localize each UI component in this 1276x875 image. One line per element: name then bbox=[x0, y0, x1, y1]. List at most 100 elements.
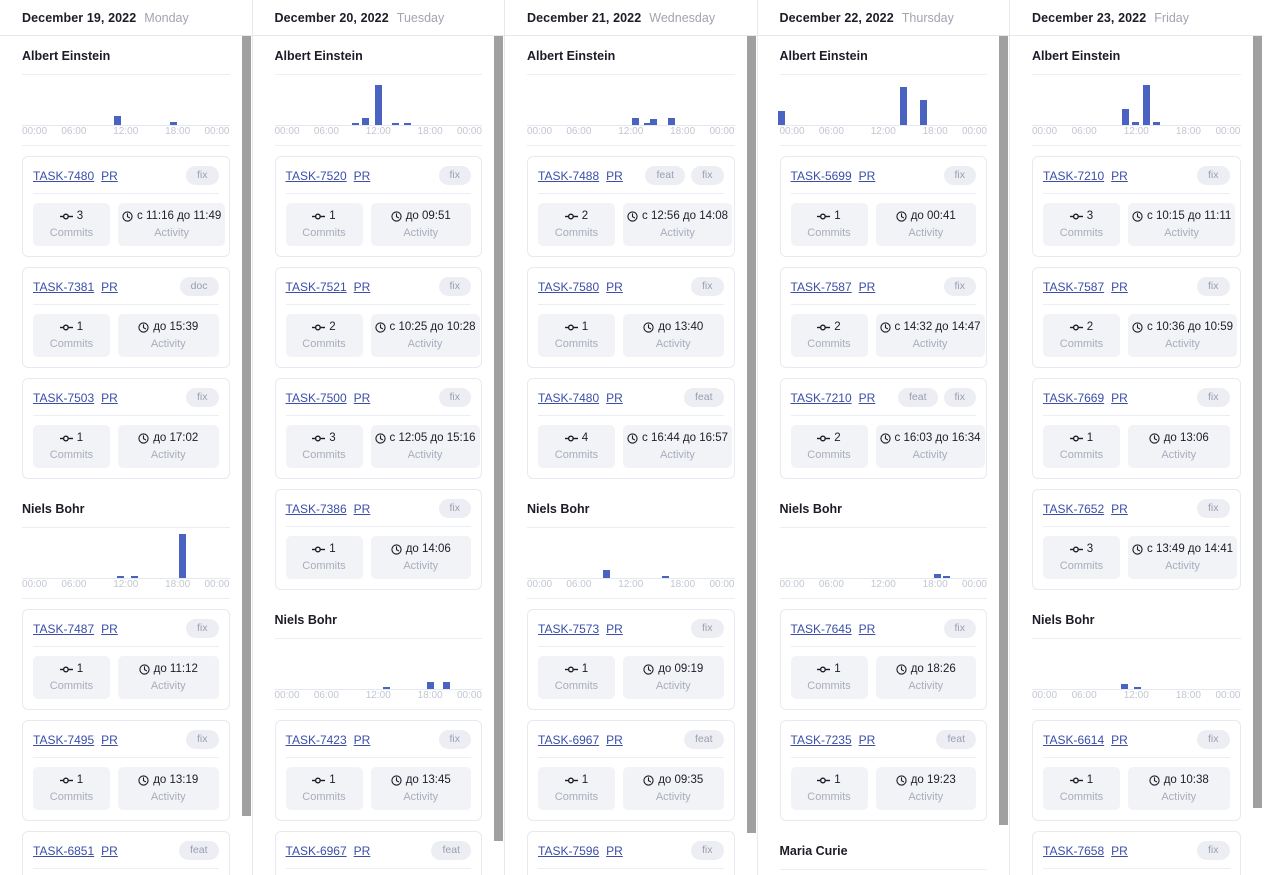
task-card[interactable]: TASK-7488PRfeatfix2Commitsс 12:56 до 14:… bbox=[527, 156, 735, 257]
tag-fix[interactable]: fix bbox=[1197, 388, 1230, 407]
task-card[interactable]: TASK-7386PRfix1Commitsдо 14:06Activity bbox=[275, 489, 483, 590]
task-card[interactable]: TASK-7480PRfeat4Commitsс 16:44 до 16:57A… bbox=[527, 378, 735, 479]
pr-link[interactable]: PR bbox=[606, 733, 623, 747]
task-id-link[interactable]: TASK-7669 bbox=[1043, 391, 1104, 405]
task-id-link[interactable]: TASK-7381 bbox=[33, 280, 94, 294]
task-id-link[interactable]: TASK-7587 bbox=[1043, 280, 1104, 294]
pr-link[interactable]: PR bbox=[859, 622, 876, 636]
tag-fix[interactable]: fix bbox=[1197, 277, 1230, 296]
tag-fix[interactable]: fix bbox=[186, 619, 219, 638]
task-card[interactable]: TASK-6851PRfeat5Commitsс 18:08 до 18:55A… bbox=[22, 831, 230, 875]
scrollbar-thumb[interactable] bbox=[242, 36, 251, 816]
pr-link[interactable]: PR bbox=[859, 280, 876, 294]
pr-link[interactable]: PR bbox=[354, 733, 371, 747]
tag-feat[interactable]: feat bbox=[898, 388, 938, 407]
task-id-link[interactable]: TASK-7645 bbox=[791, 622, 852, 636]
task-card[interactable]: TASK-7423PRfix1Commitsдо 13:45Activity bbox=[275, 720, 483, 821]
task-id-link[interactable]: TASK-6614 bbox=[1043, 733, 1104, 747]
task-id-link[interactable]: TASK-5699 bbox=[791, 169, 852, 183]
task-id-link[interactable]: TASK-7652 bbox=[1043, 502, 1104, 516]
pr-link[interactable]: PR bbox=[354, 502, 371, 516]
tag-fix[interactable]: fix bbox=[944, 277, 977, 296]
pr-link[interactable]: PR bbox=[606, 280, 623, 294]
tag-feat[interactable]: feat bbox=[645, 166, 685, 185]
tag-feat[interactable]: feat bbox=[936, 730, 976, 749]
task-card[interactable]: TASK-7521PRfix2Commitsс 10:25 до 10:28Ac… bbox=[275, 267, 483, 368]
task-id-link[interactable]: TASK-7520 bbox=[286, 169, 347, 183]
task-card[interactable]: TASK-7645PRfix1Commitsдо 18:26Activity bbox=[780, 609, 988, 710]
task-id-link[interactable]: TASK-7503 bbox=[33, 391, 94, 405]
tag-fix[interactable]: fix bbox=[1197, 841, 1230, 860]
tag-fix[interactable]: fix bbox=[1197, 499, 1230, 518]
task-card[interactable]: TASK-7503PRfix1Commitsдо 17:02Activity bbox=[22, 378, 230, 479]
pr-link[interactable]: PR bbox=[606, 169, 623, 183]
pr-link[interactable]: PR bbox=[101, 622, 118, 636]
pr-link[interactable]: PR bbox=[606, 391, 623, 405]
pr-link[interactable]: PR bbox=[354, 169, 371, 183]
task-card[interactable]: TASK-7596PRfix1Commitsдо 15:52Activity bbox=[527, 831, 735, 875]
pr-link[interactable]: PR bbox=[101, 391, 118, 405]
tag-fix[interactable]: fix bbox=[1197, 730, 1230, 749]
pr-link[interactable]: PR bbox=[859, 391, 876, 405]
tag-fix[interactable]: fix bbox=[186, 730, 219, 749]
tag-fix[interactable]: fix bbox=[691, 619, 724, 638]
task-card[interactable]: TASK-7669PRfix1Commitsдо 13:06Activity bbox=[1032, 378, 1241, 479]
pr-link[interactable]: PR bbox=[606, 622, 623, 636]
column-scrollbar[interactable] bbox=[1252, 36, 1263, 875]
tag-fix[interactable]: fix bbox=[439, 166, 472, 185]
tag-fix[interactable]: fix bbox=[691, 166, 724, 185]
scrollbar-thumb[interactable] bbox=[494, 36, 503, 841]
task-card[interactable]: TASK-7580PRfix1Commitsдо 13:40Activity bbox=[527, 267, 735, 368]
task-id-link[interactable]: TASK-6851 bbox=[33, 844, 94, 858]
task-card[interactable]: TASK-7652PRfix3Commitsс 13:49 до 14:41Ac… bbox=[1032, 489, 1241, 590]
task-id-link[interactable]: TASK-6967 bbox=[538, 733, 599, 747]
tag-fix[interactable]: fix bbox=[944, 388, 977, 407]
task-id-link[interactable]: TASK-7210 bbox=[791, 391, 852, 405]
task-id-link[interactable]: TASK-7480 bbox=[33, 169, 94, 183]
pr-link[interactable]: PR bbox=[859, 169, 876, 183]
task-card[interactable]: TASK-7500PRfix3Commitsс 12:05 до 15:16Ac… bbox=[275, 378, 483, 479]
task-id-link[interactable]: TASK-7580 bbox=[538, 280, 599, 294]
pr-link[interactable]: PR bbox=[101, 280, 118, 294]
task-id-link[interactable]: TASK-7495 bbox=[33, 733, 94, 747]
task-card[interactable]: TASK-7587PRfix2Commitsс 14:32 до 14:47Ac… bbox=[780, 267, 988, 368]
pr-link[interactable]: PR bbox=[1111, 844, 1128, 858]
task-card[interactable]: TASK-7573PRfix1Commitsдо 09:19Activity bbox=[527, 609, 735, 710]
pr-link[interactable]: PR bbox=[606, 844, 623, 858]
pr-link[interactable]: PR bbox=[354, 280, 371, 294]
task-card[interactable]: TASK-7210PRfeatfix2Commitsс 16:03 до 16:… bbox=[780, 378, 988, 479]
scrollbar-thumb[interactable] bbox=[999, 36, 1008, 825]
scrollbar-thumb[interactable] bbox=[1253, 36, 1262, 808]
task-card[interactable]: TASK-7658PRfix1Commitsдо 13:03Activity bbox=[1032, 831, 1241, 875]
task-card[interactable]: TASK-7480PRfix3Commitsс 11:16 до 11:49Ac… bbox=[22, 156, 230, 257]
tag-fix[interactable]: fix bbox=[439, 388, 472, 407]
task-id-link[interactable]: TASK-7210 bbox=[1043, 169, 1104, 183]
task-card[interactable]: TASK-7520PRfix1Commitsдо 09:51Activity bbox=[275, 156, 483, 257]
pr-link[interactable]: PR bbox=[1111, 502, 1128, 516]
task-id-link[interactable]: TASK-7235 bbox=[791, 733, 852, 747]
task-id-link[interactable]: TASK-7587 bbox=[791, 280, 852, 294]
pr-link[interactable]: PR bbox=[1111, 280, 1128, 294]
pr-link[interactable]: PR bbox=[1111, 169, 1128, 183]
tag-feat[interactable]: feat bbox=[684, 388, 724, 407]
task-id-link[interactable]: TASK-7488 bbox=[538, 169, 599, 183]
tag-fix[interactable]: fix bbox=[186, 388, 219, 407]
task-id-link[interactable]: TASK-6967 bbox=[286, 844, 347, 858]
task-card[interactable]: TASK-5699PRfix1Commitsдо 00:41Activity bbox=[780, 156, 988, 257]
column-scrollbar[interactable] bbox=[241, 36, 252, 875]
task-card[interactable]: TASK-7587PRfix2Commitsс 10:36 до 10:59Ac… bbox=[1032, 267, 1241, 368]
tag-fix[interactable]: fix bbox=[944, 166, 977, 185]
scrollbar-thumb[interactable] bbox=[747, 36, 756, 833]
column-scrollbar[interactable] bbox=[998, 36, 1009, 875]
pr-link[interactable]: PR bbox=[101, 844, 118, 858]
task-card[interactable]: TASK-7235PRfeat1Commitsдо 19:23Activity bbox=[780, 720, 988, 821]
pr-link[interactable]: PR bbox=[1111, 391, 1128, 405]
tag-fix[interactable]: fix bbox=[691, 277, 724, 296]
tag-fix[interactable]: fix bbox=[186, 166, 219, 185]
pr-link[interactable]: PR bbox=[101, 169, 118, 183]
task-id-link[interactable]: TASK-7487 bbox=[33, 622, 94, 636]
pr-link[interactable]: PR bbox=[859, 733, 876, 747]
tag-fix[interactable]: fix bbox=[944, 619, 977, 638]
tag-fix[interactable]: fix bbox=[439, 499, 472, 518]
column-scrollbar[interactable] bbox=[493, 36, 504, 875]
